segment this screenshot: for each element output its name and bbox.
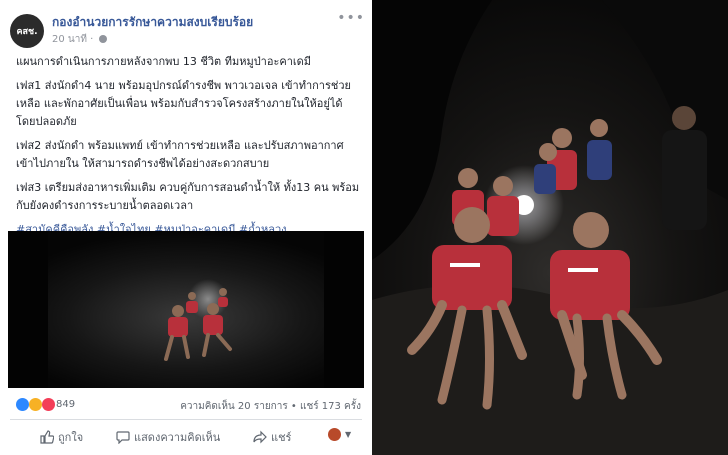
post-header: คสช. กองอำนวยการรักษาความสงบเรียบร้อย 20… (10, 10, 365, 50)
cave-photo-thumbnail (8, 231, 364, 388)
facebook-post: คสช. กองอำนวยการรักษาความสงบเรียบร้อย 20… (0, 0, 372, 455)
share-count[interactable]: แชร์ 173 ครั้ง (300, 401, 361, 412)
post-photo[interactable] (8, 231, 364, 388)
page-avatar[interactable]: คสช. (10, 14, 44, 48)
comment-label: แสดงความคิดเห็น (134, 431, 221, 444)
reaction-icons[interactable] (16, 398, 56, 411)
page-name[interactable]: กองอำนวยการรักษาความสงบเรียบร้อย (52, 13, 253, 32)
like-button[interactable]: ถูกใจ (40, 428, 83, 446)
share-button[interactable]: แชร์ (253, 428, 291, 446)
post-paragraph: เฟส2 ส่งนักดำ พร้อมแพทย์ เข้าทำการช่วยเห… (16, 139, 344, 170)
like-icon (40, 430, 54, 444)
comment-count[interactable]: ความคิดเห็น 20 รายการ (180, 401, 288, 412)
like-label: ถูกใจ (58, 431, 84, 444)
comment-button[interactable]: แสดงความคิดเห็น (116, 428, 220, 446)
post-paragraph: แผนการดำเนินการภายหลังจากพบ 13 ชีวิต ทีม… (16, 55, 312, 68)
avatar-label: คสช. (16, 27, 38, 37)
post-paragraph: เฟส1 ส่งนักดำ4 นาย พร้อมอุปกรณ์ดำรงชีพ พ… (16, 79, 351, 128)
chevron-down-icon: ▼ (345, 430, 352, 439)
divider (10, 419, 362, 420)
engagement-stats: ความคิดเห็น 20 รายการ • แชร์ 173 ครั้ง (180, 399, 361, 414)
share-label: แชร์ (271, 431, 292, 444)
reactions-bar: 849 ความคิดเห็น 20 รายการ • แชร์ 173 ครั… (16, 397, 361, 415)
globe-icon (98, 35, 107, 43)
post-timestamp[interactable]: 20 นาที (52, 34, 87, 45)
reaction-count[interactable]: 849 (56, 399, 75, 410)
love-reaction-icon (42, 398, 56, 411)
post-paragraph: เฟส3 เตรียมส่งอาหารเพิ่มเติม ควบคู่กับกา… (16, 181, 360, 212)
share-icon (253, 430, 267, 444)
cave-photo (372, 0, 728, 455)
post-actions: ถูกใจ แสดงความคิดเห็น แชร์ ▼ (10, 424, 362, 446)
user-avatar (328, 428, 341, 441)
like-reaction-icon (16, 398, 29, 411)
post-meta: 20 นาที · (52, 32, 107, 47)
post-as-selector[interactable]: ▼ (328, 428, 351, 441)
cave-rescue-photo (372, 0, 728, 455)
post-text: แผนการดำเนินการภายหลังจากพบ 13 ชีวิต ทีม… (16, 53, 361, 245)
comment-icon (116, 431, 130, 444)
more-options-icon[interactable]: ••• (337, 10, 365, 26)
wow-reaction-icon (29, 398, 43, 411)
stats-separator: • (290, 401, 297, 412)
separator-dot: · (90, 34, 94, 45)
